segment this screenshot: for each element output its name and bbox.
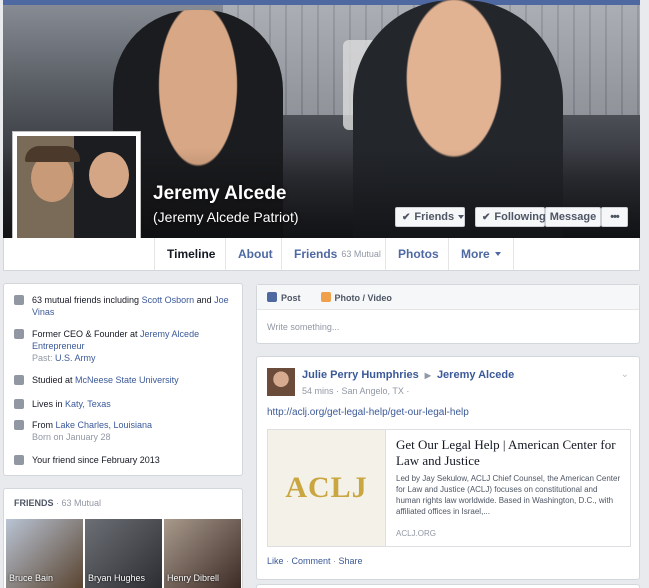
friend-name: Henry Dibrell [167,573,220,583]
friend-since-text: Your friend since February 2013 [32,455,160,465]
post-header: Julie Perry Humphries ▶ Jeremy Alcede [302,369,514,381]
chevron-down-icon [458,215,465,219]
briefcase-icon [14,329,24,339]
composer-post-tab[interactable]: Post [267,291,301,303]
location-pin-icon [14,420,24,430]
friends-button[interactable]: ✔ Friends [395,207,465,227]
friends-icon [14,295,24,305]
composer-input[interactable]: Write something... [267,322,339,332]
school-link[interactable]: McNeese State University [75,375,179,385]
check-icon: ✔ [482,211,491,223]
tab-label: More [461,247,490,261]
like-button[interactable]: Like [267,556,284,566]
intro-mutual-friends: 63 mutual friends including Scott Osborn… [14,294,234,318]
share-button[interactable]: Share [339,556,363,566]
text: Lives in [32,399,66,409]
post-author-link[interactable]: Julie Perry Humphries [302,369,419,381]
next-post [256,584,640,588]
mutual-friend-link[interactable]: Scott Osborn [142,295,195,305]
tab-label: Photos [398,247,439,261]
tab-timeline[interactable]: Timeline [154,238,227,270]
pencil-icon [267,291,277,302]
text: 63 mutual friends including [32,295,142,305]
link-preview[interactable]: ACLJ Get Our Legal Help | American Cente… [267,429,631,547]
link-preview-image: ACLJ [268,430,386,546]
intro-from: From Lake Charles, Louisiana Born on Janu… [14,419,234,443]
separator: · [283,556,292,566]
friend-thumbnail[interactable]: Bryan Hughes [85,519,162,588]
intro-lives-text: Lives in Katy, Texas [32,398,111,410]
text: Former CEO & Founder at [32,329,141,339]
friends-count: · 63 Mutual [56,498,102,508]
intro-friend-since: Your friend since February 2013 [14,454,234,466]
comment-button[interactable]: Comment [292,556,331,566]
feed-post: Julie Perry Humphries ▶ Jeremy Alcede 54… [256,356,640,580]
link-preview-domain: ACLJ.ORG [396,529,437,538]
intro-mutual-text: 63 mutual friends including Scott Osborn… [32,294,234,318]
friend-thumbnail[interactable]: Henry Dibrell [164,519,241,588]
photo-icon [320,291,331,302]
tab-photos[interactable]: Photos [385,238,451,270]
message-button[interactable]: Message [545,207,601,227]
message-button-label: Message [549,211,597,223]
text: Past: [32,353,56,363]
profile-alternate-name: (Jeremy Alcede Patriot) [153,209,299,225]
tab-more[interactable]: More [448,238,514,270]
tab-count: 63 Mutual [341,249,381,259]
chevron-down-icon [494,252,501,256]
following-button-label: Following [494,211,546,223]
composer-post-label: Post [281,292,301,303]
location-link[interactable]: Katy, Texas [65,399,111,409]
profile-nav: Timeline About Friends 63 Mutual Photos … [3,238,640,271]
home-icon [14,399,24,409]
hometown-link[interactable]: Lake Charles, Louisiana [56,420,153,430]
post-meta: 54 mins · San Angelo, TX · [302,386,410,396]
post-actions: Like · Comment · Share [267,556,363,566]
composer-photo-label: Photo / Video [334,292,392,303]
composer-photo-tab[interactable]: Photo / Video [320,291,392,303]
birthday-text: Born on January 28 [32,432,111,442]
intro-education-text: Studied at McNeese State University [32,374,179,386]
link-preview-description: Led by Jay Sekulow, ACLJ Chief Counsel, … [396,474,621,516]
intro-work-text: Former CEO & Founder at Jeremy Alcede En… [32,328,234,364]
friends-card-header[interactable]: FRIENDS · 63 Mutual [14,498,101,508]
following-button[interactable]: ✔ Following [475,207,546,227]
friends-card: FRIENDS · 63 Mutual Bruce Bain Bryan Hug… [3,488,243,588]
intro-from-text: From Lake Charles, Louisiana Born on Janu… [32,419,152,443]
tab-about[interactable]: About [225,238,285,270]
arrow-right-icon: ▶ [424,370,431,380]
more-options-button[interactable]: ••• [601,207,628,227]
composer-tabs: Post Photo / Video [257,285,639,310]
composer: Post Photo / Video Write something... [256,284,640,344]
friend-thumbnail[interactable]: Bruce Bain [6,519,83,588]
ellipsis-icon: ••• [610,211,620,223]
intro-card: 63 mutual friends including Scott Osborn… [3,283,243,476]
tab-friends[interactable]: Friends 63 Mutual [281,238,393,270]
intro-work: Former CEO & Founder at Jeremy Alcede En… [14,328,234,364]
friends-title: FRIENDS [14,498,54,508]
friends-button-label: Friends [414,211,455,223]
text: Studied at [32,375,76,385]
past-work-link[interactable]: U.S. Army [55,353,96,363]
graduation-cap-icon [14,375,24,385]
separator: · [330,556,339,566]
intro-education: Studied at McNeese State University [14,374,234,386]
intro-lives: Lives in Katy, Texas [14,398,234,410]
tab-label: Timeline [167,247,216,261]
friend-name: Bryan Hughes [88,573,146,583]
friends-icon [14,455,24,465]
text: and [194,295,215,305]
tab-label: Friends [294,247,338,261]
link-preview-title: Get Our Legal Help | American Center for… [396,437,616,468]
chevron-down-icon[interactable]: ⌄ [621,369,629,380]
friend-name: Bruce Bain [9,573,54,583]
check-icon: ✔ [402,211,411,223]
text: From [32,420,56,430]
post-target-link[interactable]: Jeremy Alcede [437,369,514,381]
profile-name[interactable]: Jeremy Alcede [153,183,286,205]
tab-label: About [238,247,273,261]
avatar[interactable] [267,368,295,396]
post-link[interactable]: http://aclj.org/get-legal-help/get-our-l… [267,407,469,418]
